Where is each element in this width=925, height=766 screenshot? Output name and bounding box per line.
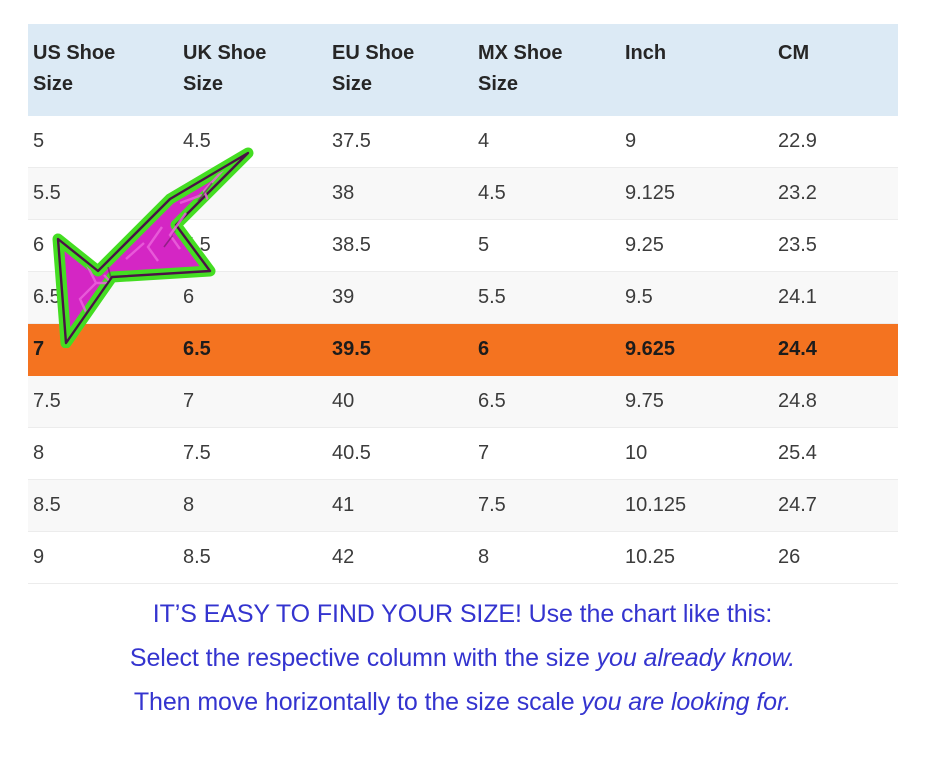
table-row: 7 6.5 39.5 6 9.625 24.4	[28, 323, 898, 376]
cell-cm: 23.2	[773, 167, 898, 220]
cell-mx-shoe-size: 7	[473, 427, 620, 480]
cell-us-shoe-size: 5	[28, 116, 178, 168]
cell-mx-shoe-size: 6.5	[473, 375, 620, 428]
column-header-uk-shoe-size: UK Shoe Size	[178, 24, 327, 116]
cell-mx-shoe-size: 5.5	[473, 271, 620, 324]
caption-line-1: IT’S EASY TO FIND YOUR SIZE! Use the cha…	[152, 600, 773, 628]
cell-cm: 24.8	[773, 375, 898, 428]
cell-inch: 9.125	[620, 167, 773, 220]
caption-line-3-plain: Then move horizontally to the size scale	[133, 688, 582, 716]
table-header-row: US Shoe Size UK Shoe Size EU Shoe Size M…	[28, 24, 898, 116]
table-header: US Shoe Size UK Shoe Size EU Shoe Size M…	[28, 24, 898, 116]
cell-inch: 10.25	[620, 531, 773, 584]
cell-us-shoe-size: 8	[28, 427, 178, 480]
cell-uk-shoe-size: 4.5	[178, 116, 327, 168]
cell-inch: 9.75	[620, 375, 773, 428]
cell-cm: 26	[773, 531, 898, 584]
cell-inch: 9.5	[620, 271, 773, 324]
column-header-label: UK Shoe Size	[183, 42, 267, 95]
cell-us-shoe-size: 5.5	[28, 167, 178, 220]
cell-us-shoe-size: 6.5	[28, 271, 178, 324]
cell-uk-shoe-size: 6.5	[178, 323, 327, 376]
cell-cm: 22.9	[773, 116, 898, 168]
cell-mx-shoe-size: 5	[473, 219, 620, 272]
column-header-mx-shoe-size: MX Shoe Size	[473, 24, 620, 116]
cell-inch: 10	[620, 427, 773, 480]
cell-us-shoe-size: 9	[28, 531, 178, 584]
shoe-size-chart-page: US Shoe Size UK Shoe Size EU Shoe Size M…	[0, 0, 925, 766]
shoe-size-table: US Shoe Size UK Shoe Size EU Shoe Size M…	[28, 24, 898, 584]
table-row: 8.5 8 41 7.5 10.125 24.7	[28, 479, 898, 532]
cell-mx-shoe-size: 8	[473, 531, 620, 584]
cell-uk-shoe-size: 8	[178, 479, 327, 532]
cell-cm: 24.4	[773, 323, 898, 376]
caption-line-3: Then move horizontally to the size scale…	[0, 680, 925, 724]
cell-inch: 9.625	[620, 323, 773, 376]
caption-line-2-emphasis: you already know.	[596, 644, 796, 672]
cell-eu-shoe-size: 38.5	[327, 219, 473, 272]
cell-eu-shoe-size: 42	[327, 531, 473, 584]
column-header-inch: Inch	[620, 24, 773, 116]
cell-us-shoe-size: 7	[28, 323, 178, 376]
caption-line-2-plain: Select the respective column with the si…	[129, 644, 597, 672]
cell-eu-shoe-size: 40	[327, 375, 473, 428]
cell-uk-shoe-size: 6	[178, 271, 327, 324]
column-header-label: MX Shoe Size	[478, 42, 563, 95]
cell-uk-shoe-size: 8.5	[178, 531, 327, 584]
cell-eu-shoe-size: 41	[327, 479, 473, 532]
size-chart-container: US Shoe Size UK Shoe Size EU Shoe Size M…	[28, 24, 898, 584]
table-row: 7.5 7 40 6.5 9.75 24.8	[28, 375, 898, 428]
column-header-label: CM	[778, 42, 810, 64]
cell-cm: 24.1	[773, 271, 898, 324]
cell-us-shoe-size: 6	[28, 219, 178, 272]
cell-mx-shoe-size: 7.5	[473, 479, 620, 532]
column-header-label: US Shoe Size	[33, 42, 116, 95]
caption-line-2: Select the respective column with the si…	[0, 636, 925, 680]
column-header-eu-shoe-size: EU Shoe Size	[327, 24, 473, 116]
column-header-label: Inch	[625, 42, 667, 64]
table-body: 5 4.5 37.5 4 9 22.9 5.5 5 38 4.5 9.125 23.2 6 5.5 38.5…	[28, 116, 898, 584]
cell-us-shoe-size: 8.5	[28, 479, 178, 532]
table-row: 8 7.5 40.5 7 10 25.4	[28, 427, 898, 480]
table-row: 6 5.5 38.5 5 9.25 23.5	[28, 219, 898, 272]
cell-uk-shoe-size: 7.5	[178, 427, 327, 480]
cell-inch: 9.25	[620, 219, 773, 272]
cell-cm: 25.4	[773, 427, 898, 480]
cell-mx-shoe-size: 4.5	[473, 167, 620, 220]
cell-eu-shoe-size: 39.5	[327, 323, 473, 376]
cell-uk-shoe-size: 5.5	[178, 219, 327, 272]
caption-line-3-emphasis: you are looking for.	[581, 688, 792, 716]
cell-uk-shoe-size: 7	[178, 375, 327, 428]
table-row: 9 8.5 42 8 10.25 26	[28, 531, 898, 584]
table-row: 6.5 6 39 5.5 9.5 24.1	[28, 271, 898, 324]
cell-mx-shoe-size: 6	[473, 323, 620, 376]
cell-eu-shoe-size: 37.5	[327, 116, 473, 168]
cell-inch: 10.125	[620, 479, 773, 532]
cell-eu-shoe-size: 38	[327, 167, 473, 220]
cell-eu-shoe-size: 40.5	[327, 427, 473, 480]
cell-cm: 23.5	[773, 219, 898, 272]
cell-mx-shoe-size: 4	[473, 116, 620, 168]
table-row: 5 4.5 37.5 4 9 22.9	[28, 116, 898, 168]
column-header-label: EU Shoe Size	[332, 42, 415, 95]
cell-inch: 9	[620, 116, 773, 168]
cell-us-shoe-size: 7.5	[28, 375, 178, 428]
cell-eu-shoe-size: 39	[327, 271, 473, 324]
column-header-cm: CM	[773, 24, 898, 116]
cell-uk-shoe-size: 5	[178, 167, 327, 220]
cell-cm: 24.7	[773, 479, 898, 532]
column-header-us-shoe-size: US Shoe Size	[28, 24, 178, 116]
table-row: 5.5 5 38 4.5 9.125 23.2	[28, 167, 898, 220]
instructions-caption: IT’S EASY TO FIND YOUR SIZE! Use the cha…	[0, 592, 925, 724]
